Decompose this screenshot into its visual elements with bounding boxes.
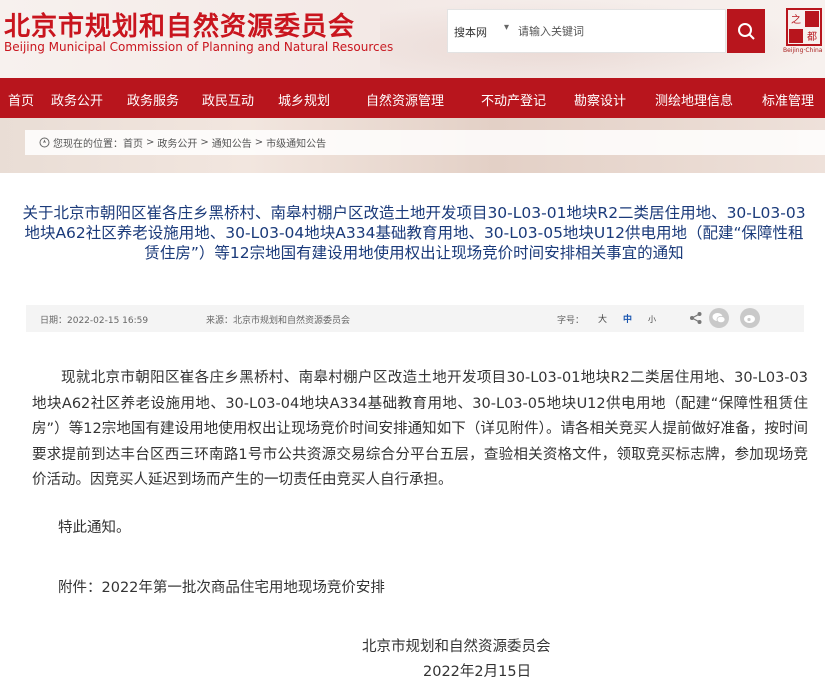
- article-closing: 特此通知。: [58, 520, 131, 536]
- breadcrumb-notices[interactable]: 通知公告: [212, 135, 252, 150]
- article-date: 日期：2022-02-15 16:59: [40, 316, 149, 326]
- font-size-medium-button[interactable]: 中: [623, 312, 632, 325]
- font-size-small-button[interactable]: 小: [648, 314, 656, 325]
- nav-item-real-estate[interactable]: 不动产登记: [481, 90, 546, 109]
- breadcrumb-separator: >: [200, 137, 209, 148]
- main-nav: 首页 政务公开 政务服务 政民互动 城乡规划 自然资源管理 不动产登记 勘察设计…: [0, 78, 825, 118]
- search-box: 搜本网 ▾: [447, 9, 726, 53]
- seal-caption: Beijing·China: [783, 47, 823, 54]
- nav-item-geo-info[interactable]: 测绘地理信息: [655, 90, 733, 109]
- article-meta-bar: 日期：2022-02-15 16:59 来源：北京市规划和自然资源委员会 字号：…: [26, 305, 804, 332]
- nav-item-home[interactable]: 首页: [8, 90, 34, 109]
- share-icon[interactable]: [689, 311, 703, 325]
- search-input[interactable]: [518, 18, 718, 44]
- wechat-share-icon[interactable]: [709, 308, 729, 328]
- article-source: 来源：北京市规划和自然资源委员会: [206, 316, 351, 326]
- svg-text:都: 都: [807, 31, 817, 43]
- weibo-share-icon[interactable]: [740, 308, 760, 328]
- nav-item-gov-services[interactable]: 政务服务: [127, 90, 179, 109]
- breadcrumb-separator: >: [254, 137, 264, 148]
- signature-organization: 北京市规划和自然资源委员会: [362, 639, 551, 655]
- site-title[interactable]: 北京市规划和自然资源委员会: [4, 6, 355, 43]
- beijing-seal-logo: 之 都: [786, 8, 822, 46]
- breadcrumb-gov-affairs[interactable]: 政务公开: [157, 135, 197, 150]
- nav-item-urban-planning[interactable]: 城乡规划: [278, 90, 330, 109]
- font-size-large-button[interactable]: 大: [598, 312, 607, 325]
- article-attachment-link[interactable]: 附件：2022年第一批次商品住宅用地现场竞价安排: [58, 576, 825, 602]
- nav-item-standards[interactable]: 标准管理: [762, 90, 814, 109]
- breadcrumb-home[interactable]: 首页: [123, 135, 143, 150]
- breadcrumb-city-notices[interactable]: 市级通知公告: [266, 135, 326, 150]
- nav-item-survey-design[interactable]: 勘察设计: [574, 90, 626, 109]
- site-title-english: Beijing Municipal Commission of Planning…: [4, 40, 394, 54]
- search-scope-select[interactable]: 搜本网: [454, 24, 487, 40]
- nav-item-gov-affairs[interactable]: 政务公开: [51, 90, 103, 109]
- signature-date: 2022年2月15日: [423, 664, 532, 680]
- chevron-down-icon[interactable]: ▾: [504, 22, 509, 33]
- nav-item-interaction[interactable]: 政民互动: [202, 90, 254, 109]
- location-icon: [39, 137, 50, 148]
- search-icon: [738, 23, 755, 40]
- article-body-paragraph: 现就北京市朝阳区崔各庄乡黑桥村、南皋村棚户区改造土地开发项目30-L03-01地…: [32, 370, 808, 488]
- search-button[interactable]: [727, 9, 765, 53]
- article-title: 关于北京市朝阳区崔各庄乡黑桥村、南皋村棚户区改造土地开发项目30-L03-01地…: [22, 204, 806, 262]
- nav-item-natural-resources[interactable]: 自然资源管理: [366, 90, 444, 109]
- svg-text:之: 之: [791, 13, 801, 26]
- breadcrumb: 您现在的位置： 首页 > 政务公开 > 通知公告 > 市级通知公告: [25, 130, 825, 155]
- breadcrumb-separator: >: [146, 137, 155, 148]
- breadcrumb-prefix: 您现在的位置：: [53, 139, 123, 150]
- font-size-label: 字号：: [557, 316, 585, 326]
